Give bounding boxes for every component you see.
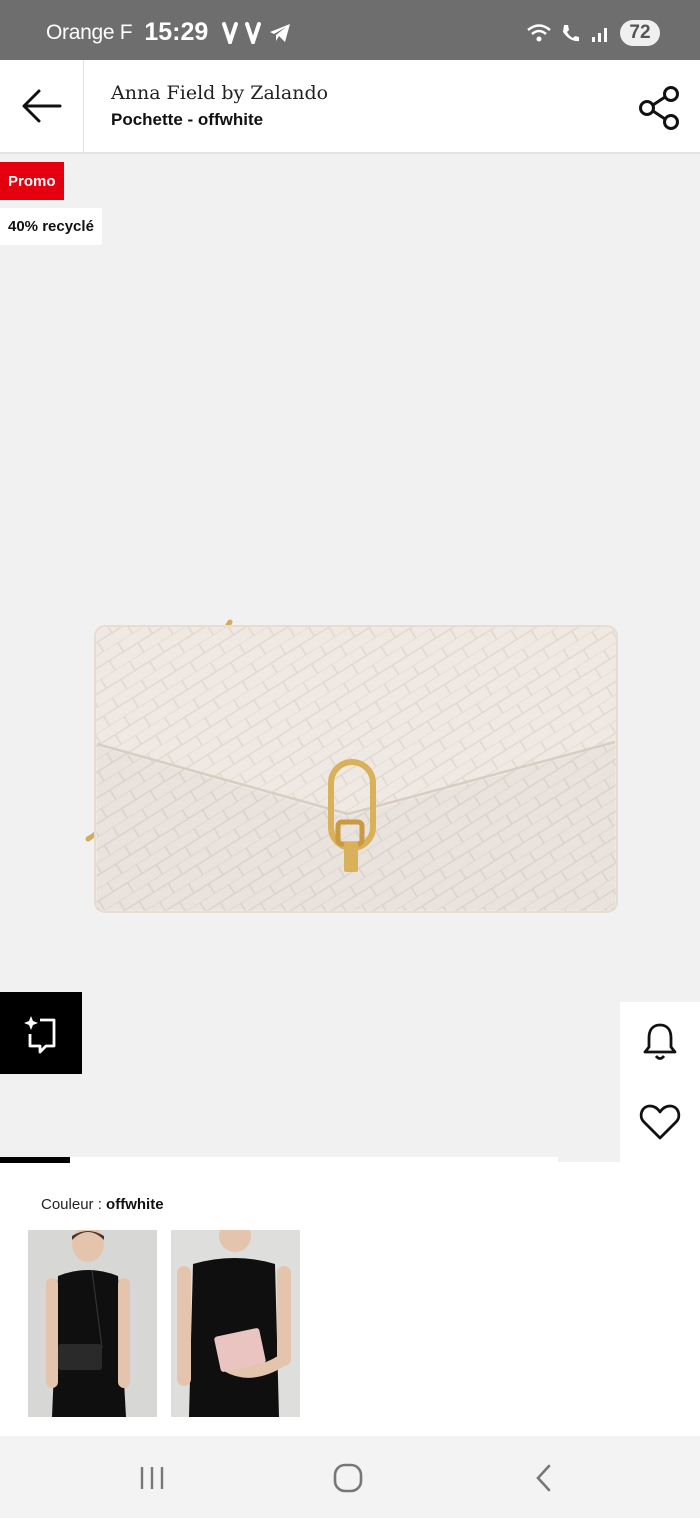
model-photo-black-bag [28,1230,157,1417]
wishlist-button[interactable] [638,1100,682,1144]
status-left: Orange F 15:29 [46,18,299,47]
back-button[interactable] [0,60,84,152]
vinted-notification-icon [245,21,262,44]
status-bar: Orange F 15:29 72 [0,0,700,60]
color-swatch-black[interactable] [28,1230,157,1417]
color-label: Couleur : [41,1196,107,1213]
image-carousel-progress [0,1157,558,1163]
signal-icon [592,28,607,42]
product-title: Pochette - offwhite [111,110,264,129]
heart-icon [639,1104,681,1140]
color-swatches [28,1230,314,1417]
promo-badge: Promo [0,162,64,200]
brand-name[interactable]: Anna Field by Zalando [111,82,328,104]
recent-apps-button[interactable] [132,1462,172,1494]
product-header: Anna Field by Zalando Pochette - offwhit… [0,60,700,154]
similar-items-icon [24,1016,56,1054]
product-image[interactable] [80,614,640,924]
wifi-icon [527,24,551,42]
system-back-button[interactable] [524,1462,564,1494]
vinted-notification-icon [222,21,239,44]
home-icon [333,1463,363,1493]
selected-color: offwhite [106,1196,164,1213]
find-similar-button[interactable] [0,992,82,1074]
color-selector-label: Couleur : offwhite [41,1196,164,1213]
chevron-left-icon [536,1464,551,1492]
arrow-left-icon [22,89,61,123]
clock: 15:29 [144,18,209,46]
share-icon [639,86,679,130]
wifi-call-icon [563,25,579,42]
bell-icon [643,1023,677,1060]
model-photo-pink-bag [171,1230,300,1417]
product-image-gallery[interactable]: Promo 40% recyclé [0,154,700,1164]
battery-indicator: 72 [620,20,660,46]
telegram-icon [270,23,291,42]
carrier-name: Orange F [46,20,133,44]
image-carousel-progress-fill [0,1157,70,1163]
recycled-badge: 40% recyclé [0,208,102,245]
status-right: 72 [526,20,660,46]
recent-apps-icon [140,1467,164,1489]
share-button[interactable] [636,84,684,132]
home-button[interactable] [328,1462,368,1494]
product-side-actions [620,1002,700,1164]
notification-icons [222,21,299,44]
notify-button[interactable] [638,1020,682,1064]
android-navigation-bar [0,1436,700,1518]
color-swatch-pink[interactable] [171,1230,300,1417]
